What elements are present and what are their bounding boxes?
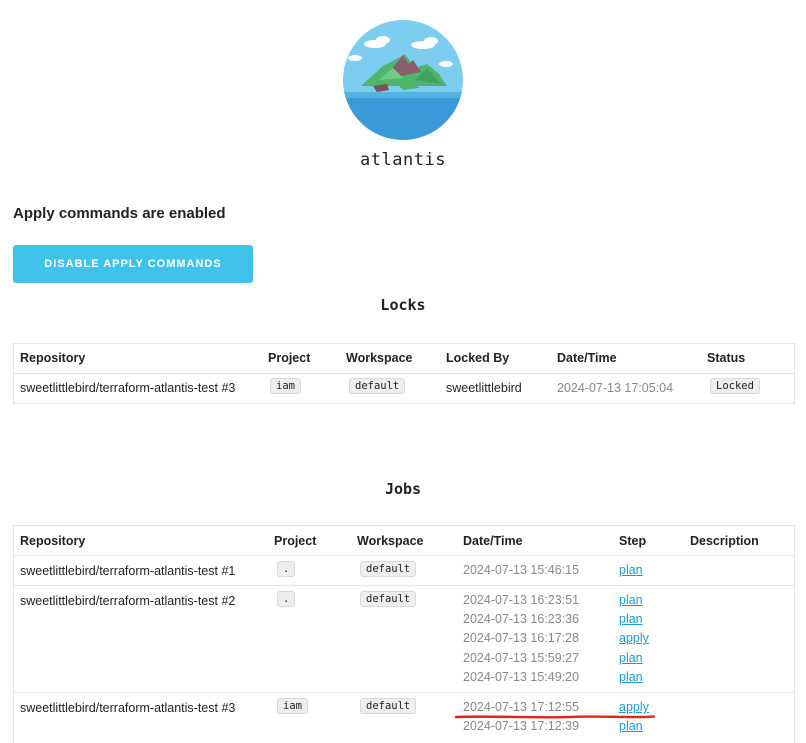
job-project-badge: . xyxy=(277,561,296,577)
col-header-status: Status xyxy=(707,351,746,365)
col-header-locked-by: Locked By xyxy=(446,351,510,365)
job-datetime: 2024-07-13 15:46:15 xyxy=(463,563,580,577)
job-step-link[interactable]: plan xyxy=(619,612,643,626)
lock-repository[interactable]: sweetlittlebird/terraform-atlantis-test … xyxy=(20,381,235,395)
job-step-link[interactable]: plan xyxy=(619,563,643,577)
lock-workspace-badge: default xyxy=(349,378,406,394)
job-step-link[interactable]: apply xyxy=(619,700,649,714)
job-workspace-badge: default xyxy=(360,561,417,577)
job-datetime-list: 2024-07-13 15:46:15 xyxy=(463,563,579,582)
brand-name: atlantis xyxy=(360,150,446,170)
col-header-repository: Repository xyxy=(20,534,86,548)
job-row: sweetlittlebird/terraform-atlantis-test … xyxy=(14,693,794,743)
job-row: sweetlittlebird/terraform-atlantis-test … xyxy=(14,556,794,586)
job-step-list: plan plan apply plan plan xyxy=(619,593,649,689)
job-repository: sweetlittlebird/terraform-atlantis-test … xyxy=(20,564,236,578)
job-datetime-list: 2024-07-13 16:23:51 2024-07-13 16:23:36 … xyxy=(463,593,579,689)
job-step-link[interactable]: apply xyxy=(619,631,649,645)
col-header-description: Description xyxy=(690,534,759,548)
job-step-link[interactable]: plan xyxy=(619,651,643,665)
job-step-link[interactable]: plan xyxy=(619,670,643,684)
col-header-datetime: Date/Time xyxy=(557,351,617,365)
jobs-table: Repository Project Workspace Date/Time S… xyxy=(13,525,795,743)
job-step-link[interactable]: plan xyxy=(619,719,643,733)
job-step-list: plan xyxy=(619,563,643,582)
job-datetime: 2024-07-13 15:59:27 xyxy=(463,650,580,665)
job-datetime: 2024-07-13 16:23:51 xyxy=(463,593,580,607)
jobs-section-title: Jobs xyxy=(384,480,422,498)
locks-header-row: Repository Project Workspace Locked By D… xyxy=(14,344,794,374)
col-header-workspace: Workspace xyxy=(357,534,424,548)
col-header-step: Step xyxy=(619,534,647,548)
jobs-header-row: Repository Project Workspace Date/Time S… xyxy=(14,526,794,556)
job-project-badge: iam xyxy=(277,698,308,714)
job-repository: sweetlittlebird/terraform-atlantis-test … xyxy=(20,701,236,715)
atlantis-logo xyxy=(343,20,463,140)
job-datetime: 2024-07-13 15:49:20 xyxy=(463,669,580,684)
locks-table: Repository Project Workspace Locked By D… xyxy=(13,343,795,404)
lock-datetime: 2024-07-13 17:05:04 xyxy=(557,381,674,395)
job-project-badge: . xyxy=(277,591,296,607)
col-header-workspace: Workspace xyxy=(346,351,413,365)
disable-apply-commands-button[interactable]: DISABLE APPLY COMMANDS xyxy=(13,245,253,283)
lock-status-badge: Locked xyxy=(710,378,760,394)
job-workspace-badge: default xyxy=(360,698,417,714)
job-row: sweetlittlebird/terraform-atlantis-test … xyxy=(14,586,794,693)
lock-project-badge: iam xyxy=(270,378,301,394)
lock-row[interactable]: sweetlittlebird/terraform-atlantis-test … xyxy=(14,374,794,403)
job-datetime: 2024-07-13 17:12:39 xyxy=(463,719,580,734)
job-step-link[interactable]: plan xyxy=(619,593,643,607)
red-underline-annotation xyxy=(455,715,655,719)
col-header-project: Project xyxy=(274,534,317,548)
job-datetime: 2024-07-13 16:23:36 xyxy=(463,612,580,627)
job-workspace-badge: default xyxy=(360,591,417,607)
job-repository: sweetlittlebird/terraform-atlantis-test … xyxy=(20,594,236,608)
col-header-project: Project xyxy=(268,351,311,365)
col-header-repository: Repository xyxy=(20,351,86,365)
job-datetime: 2024-07-13 16:17:28 xyxy=(463,631,580,646)
col-header-datetime: Date/Time xyxy=(463,534,523,548)
locks-section-title: Locks xyxy=(380,296,426,314)
lock-locked-by: sweetlittlebird xyxy=(446,381,522,395)
apply-status-text: Apply commands are enabled xyxy=(13,205,226,222)
